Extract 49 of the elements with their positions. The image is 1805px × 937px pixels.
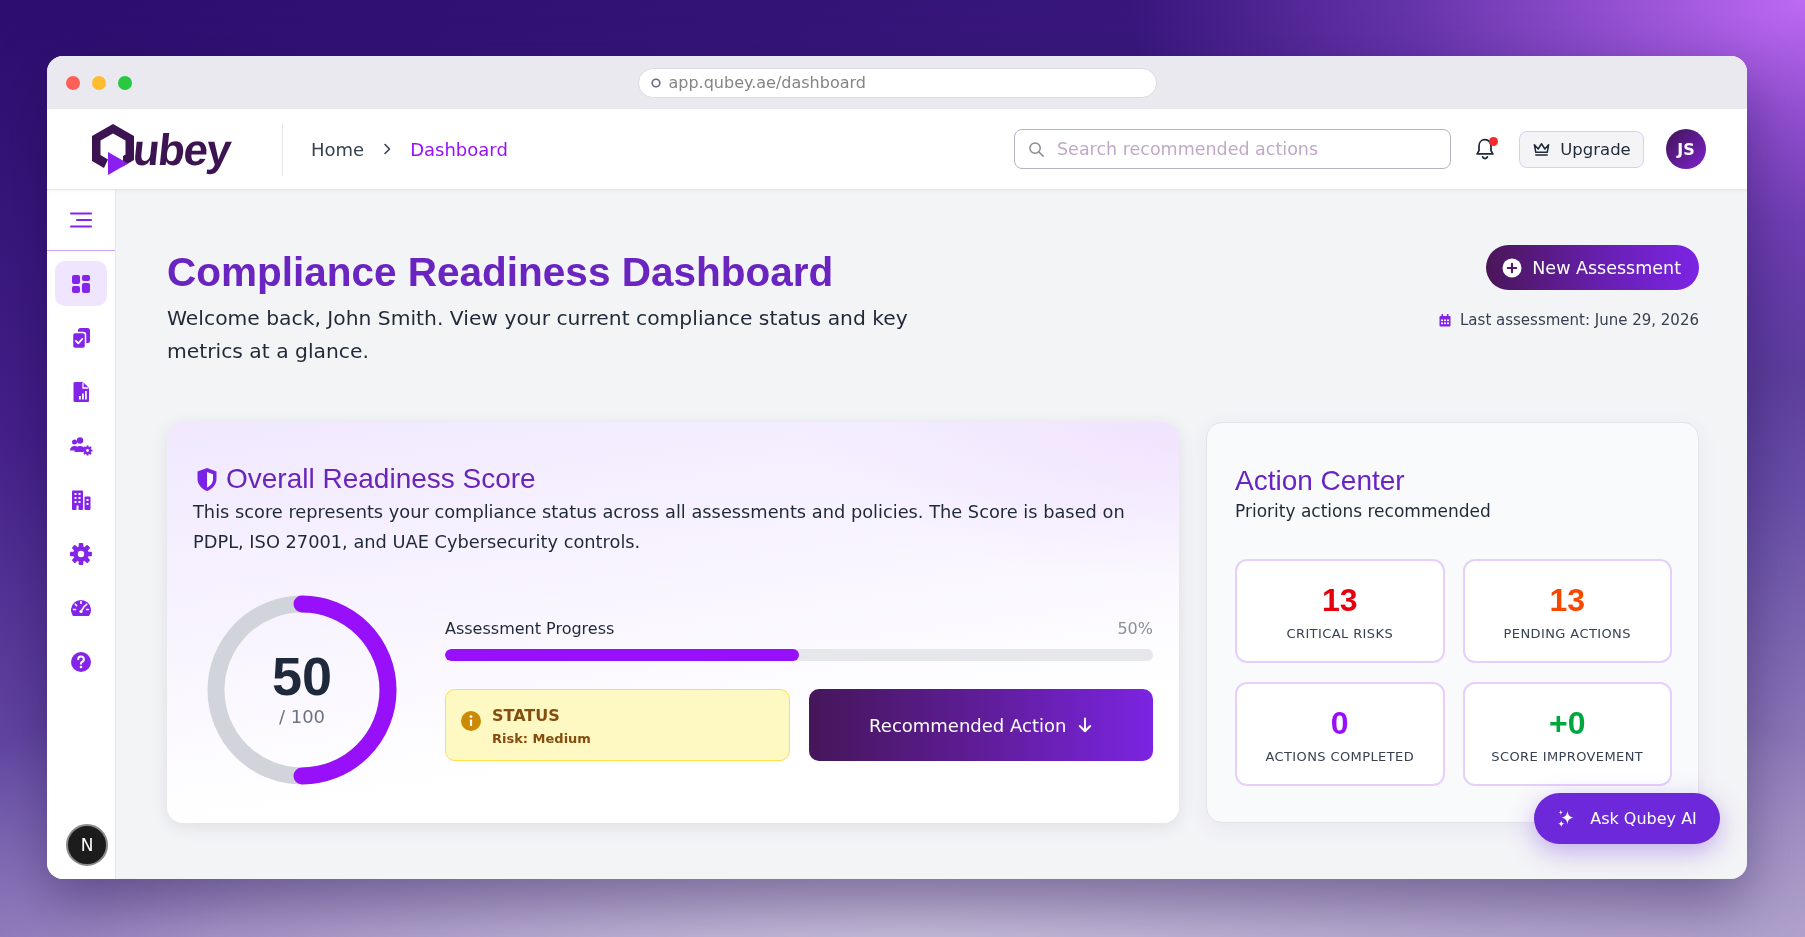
search-icon xyxy=(1028,140,1045,158)
page-subtitle: Welcome back, John Smith. View your current compliance status and key metrics at a glance. xyxy=(167,305,909,365)
card-description: This score represents your compliance status across all assessments and policies. The Score is based on PDPL, ISO 27001, and UAE Cybersecurity controls. xyxy=(193,500,1126,554)
bell-icon xyxy=(1474,137,1496,161)
help-icon xyxy=(69,649,93,674)
notifications-button[interactable] xyxy=(1474,137,1496,161)
last-assessment-date: Last assessment: June 29, 2026 xyxy=(1460,311,1699,329)
stat-value: +0 xyxy=(1549,705,1586,741)
stat-label: PENDING ACTIONS xyxy=(1503,625,1631,643)
chevron-right-icon xyxy=(383,143,392,155)
arrow-down-icon xyxy=(1078,717,1093,733)
ask-assistant-button[interactable]: Ask Qubey AI xyxy=(1534,793,1720,844)
new-assessment-button[interactable]: New Assessment xyxy=(1486,245,1699,290)
stat-value: 0 xyxy=(1330,705,1349,741)
plus-circle-icon xyxy=(1502,257,1523,278)
page-title: Compliance Readiness Dashboard xyxy=(167,248,835,296)
search-field[interactable]: Search recommended actions xyxy=(1014,129,1451,169)
card-title: Action Center xyxy=(1235,464,1406,498)
score-max: / 100 xyxy=(278,706,326,728)
hexagon-play-logo-icon xyxy=(90,122,136,176)
crown-icon xyxy=(1532,141,1552,157)
gear-icon xyxy=(69,541,93,566)
card-title: Overall Readiness Score xyxy=(226,462,536,496)
stat-label: ACTIONS COMPLETED xyxy=(1265,748,1415,766)
stat-label: CRITICAL RISKS xyxy=(1286,625,1394,643)
calendar-icon xyxy=(1439,313,1451,327)
close-button[interactable] xyxy=(66,75,80,90)
menu-icon xyxy=(70,212,92,228)
sparkles-icon xyxy=(1557,809,1577,828)
status-title: STATUS xyxy=(492,705,561,727)
progress-label: Assessment Progress xyxy=(445,619,615,639)
recommended-action-button[interactable]: Recommended Action xyxy=(808,689,1153,761)
progress-percent: 50% xyxy=(1117,619,1153,639)
stat-value: 13 xyxy=(1321,582,1358,618)
score-value: 50 xyxy=(271,648,333,704)
stat-value: 13 xyxy=(1549,582,1586,618)
breadcrumb-current[interactable]: Dashboard xyxy=(410,138,508,160)
upgrade-button[interactable]: Upgrade xyxy=(1519,130,1644,168)
shield-icon xyxy=(196,466,218,492)
breadcrumb-link[interactable]: Home xyxy=(311,138,365,160)
ring-icon xyxy=(650,77,661,88)
stat-label: SCORE IMPROVEMENT xyxy=(1491,748,1644,766)
sidebar-item[interactable] xyxy=(55,261,107,306)
card-subtitle: Priority actions recommended xyxy=(1235,500,1492,523)
avatar-button[interactable]: JS xyxy=(1666,129,1706,169)
info-icon xyxy=(461,711,481,731)
status-detail: Risk: Medium xyxy=(492,730,591,748)
address-bar[interactable]: app.qubey.ae/dashboard xyxy=(637,67,1157,98)
menu-button[interactable] xyxy=(70,212,92,228)
